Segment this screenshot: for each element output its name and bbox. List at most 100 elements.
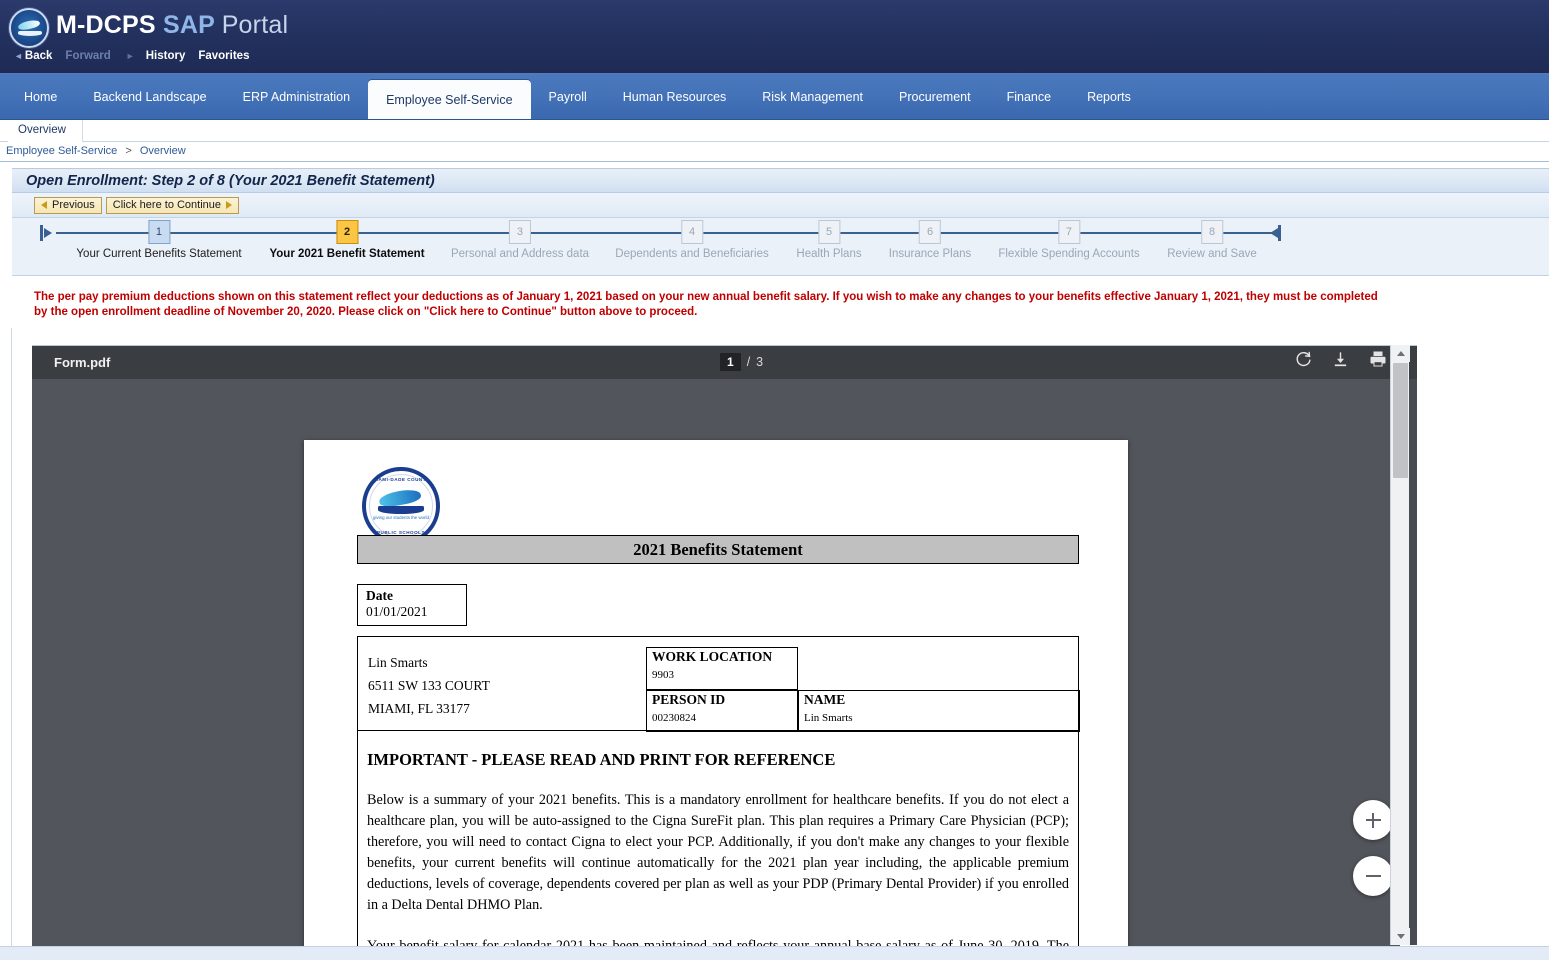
page-content: Open Enrollment: Step 2 of 8 (Your 2021 … bbox=[0, 168, 1549, 960]
zoom-out-icon[interactable] bbox=[1353, 856, 1393, 896]
employee-street: 6511 SW 133 COURT bbox=[368, 678, 490, 693]
print-icon[interactable] bbox=[1369, 350, 1387, 368]
work-location-label: WORK LOCATION bbox=[652, 649, 773, 664]
mdcps-seal-icon bbox=[9, 8, 49, 48]
roadmap-step-5[interactable]: 5 Health Plans bbox=[796, 220, 862, 260]
pdf-toolbar-actions bbox=[1295, 350, 1387, 368]
left-gutter bbox=[0, 328, 12, 960]
tab-backend-landscape[interactable]: Backend Landscape bbox=[75, 74, 224, 119]
person-id-cell: PERSON ID 00230824 bbox=[646, 690, 798, 732]
statement-paragraph-1: Below is a summary of your 2021 benefits… bbox=[367, 792, 1069, 913]
pdf-page-separator: / bbox=[746, 355, 751, 369]
tab-human-resources[interactable]: Human Resources bbox=[605, 74, 745, 119]
rotate-clockwise-icon[interactable] bbox=[1295, 351, 1312, 368]
roadmap-start-icon bbox=[40, 225, 54, 241]
employee-fields-grid: WORK LOCATION 9903 PERSON ID 00230824 NA… bbox=[646, 637, 1080, 732]
enrollment-notice-message: The per pay premium deductions shown on … bbox=[34, 291, 1378, 318]
roadmap-step-1-label: Your Current Benefits Statement bbox=[76, 248, 242, 260]
date-value: 01/01/2021 bbox=[366, 604, 428, 619]
main-navigation-tabs: Home Backend Landscape ERP Administratio… bbox=[0, 74, 1549, 120]
portal-title: M-DCPS SAP Portal bbox=[56, 11, 288, 40]
page-title: Open Enrollment: Step 2 of 8 (Your 2021 … bbox=[26, 172, 435, 189]
roadmap-step-6[interactable]: 6 Insurance Plans bbox=[889, 220, 971, 260]
breadcrumb-separator: > bbox=[125, 145, 132, 157]
nav-favorites[interactable]: Favorites bbox=[198, 50, 249, 62]
page-toolbar: Previous Click here to Continue bbox=[12, 193, 1549, 218]
pdf-page-indicator[interactable]: 1 / 3 bbox=[720, 353, 763, 371]
step-roadmap: 1 Your Current Benefits Statement 2 Your… bbox=[12, 218, 1549, 276]
roadmap-step-7-label: Flexible Spending Accounts bbox=[998, 248, 1140, 260]
continue-button[interactable]: Click here to Continue bbox=[105, 196, 240, 214]
breadcrumb-employee-self-service[interactable]: Employee Self-Service bbox=[6, 145, 117, 157]
tab-reports[interactable]: Reports bbox=[1069, 74, 1149, 119]
roadmap-step-2-label: Your 2021 Benefit Statement bbox=[269, 248, 425, 260]
arrow-left-icon: ◄ bbox=[14, 51, 23, 61]
scroll-up-icon[interactable] bbox=[1391, 345, 1410, 362]
continue-button-label: Click here to Continue bbox=[112, 199, 222, 211]
portal-title-part1: M-DCPS bbox=[56, 11, 156, 39]
tab-employee-self-service[interactable]: Employee Self-Service bbox=[368, 80, 531, 119]
nav-forward: Forward bbox=[65, 50, 111, 62]
portal-title-part2: SAP bbox=[162, 11, 215, 39]
roadmap-step-2[interactable]: 2 Your 2021 Benefit Statement bbox=[269, 220, 425, 260]
employee-name: Lin Smarts bbox=[368, 655, 428, 670]
zoom-in-icon[interactable] bbox=[1353, 800, 1393, 840]
tab-procurement[interactable]: Procurement bbox=[881, 74, 989, 119]
roadmap-step-8[interactable]: 8 Review and Save bbox=[1167, 220, 1257, 260]
person-id-value: 00230824 bbox=[652, 712, 696, 724]
nav-back[interactable]: Back bbox=[25, 50, 53, 62]
scrollbar-thumb[interactable] bbox=[1393, 363, 1408, 478]
pdf-current-page-input[interactable]: 1 bbox=[720, 353, 741, 371]
nav-history[interactable]: History bbox=[146, 50, 186, 62]
work-location-value: 9903 bbox=[652, 669, 674, 681]
tab-finance[interactable]: Finance bbox=[989, 74, 1069, 119]
subtab-overview[interactable]: Overview bbox=[8, 120, 83, 142]
scroll-down-icon[interactable] bbox=[1391, 928, 1410, 945]
mdcps-seal-icon: MIAMI-DADE COUNTY giving our students th… bbox=[362, 467, 440, 545]
roadmap-step-3-number: 3 bbox=[508, 220, 531, 244]
breadcrumb-overview[interactable]: Overview bbox=[140, 145, 186, 157]
statement-paragraph-2: Your benefit salary for calendar 2021 ha… bbox=[367, 938, 1069, 946]
roadmap-step-5-label: Health Plans bbox=[796, 248, 862, 260]
roadmap-step-7[interactable]: 7 Flexible Spending Accounts bbox=[998, 220, 1140, 260]
portal-title-part3: Portal bbox=[221, 11, 289, 39]
name-value: Lin Smarts bbox=[804, 712, 853, 724]
seal-top-text: MIAMI-DADE COUNTY bbox=[372, 477, 430, 482]
tab-home[interactable]: Home bbox=[6, 74, 75, 119]
statement-heading: IMPORTANT - PLEASE READ AND PRINT FOR RE… bbox=[367, 750, 836, 769]
roadmap-step-6-label: Insurance Plans bbox=[888, 248, 972, 260]
work-location-cell: WORK LOCATION 9903 bbox=[646, 647, 798, 690]
seal-tagline: giving our students the world bbox=[373, 515, 429, 520]
roadmap-step-5-number: 5 bbox=[818, 220, 840, 244]
roadmap-step-3[interactable]: 3 Personal and Address data bbox=[451, 220, 589, 260]
roadmap-end-icon bbox=[1270, 225, 1284, 241]
triangle-right-icon bbox=[226, 201, 233, 209]
portal-header: M-DCPS SAP Portal ◄ Back Forward ► History Fa… bbox=[0, 0, 1549, 74]
roadmap-step-4-label: Dependents and Beneficiaries bbox=[615, 248, 769, 260]
name-label: NAME bbox=[804, 692, 846, 707]
roadmap-step-4[interactable]: 4 Dependents and Beneficiaries bbox=[615, 220, 769, 260]
roadmap-step-8-label: Review and Save bbox=[1167, 248, 1257, 260]
tab-payroll[interactable]: Payroll bbox=[531, 74, 605, 119]
page-title-bar: Open Enrollment: Step 2 of 8 (Your 2021 … bbox=[12, 168, 1549, 193]
pdf-canvas[interactable]: MIAMI-DADE COUNTY giving our students th… bbox=[32, 379, 1400, 946]
pdf-viewer: Form.pdf 1 / 3 MIAMI-DADE COUNTY giving … bbox=[32, 345, 1417, 946]
name-cell: NAME Lin Smarts bbox=[798, 690, 1080, 732]
roadmap-step-3-label: Personal and Address data bbox=[450, 248, 590, 260]
pdf-total-pages: 3 bbox=[756, 355, 764, 369]
breadcrumb: Employee Self-Service > Overview bbox=[0, 142, 1549, 162]
sub-navigation-row: Overview bbox=[0, 120, 1549, 142]
triangle-left-icon bbox=[41, 201, 47, 209]
tab-risk-management[interactable]: Risk Management bbox=[744, 74, 881, 119]
pdf-vertical-scrollbar[interactable] bbox=[1390, 345, 1410, 945]
download-icon[interactable] bbox=[1332, 351, 1349, 368]
roadmap-step-1-number: 1 bbox=[147, 220, 170, 244]
bottom-strip bbox=[0, 946, 1549, 960]
tab-erp-administration[interactable]: ERP Administration bbox=[225, 74, 368, 119]
previous-button[interactable]: Previous bbox=[34, 196, 102, 214]
employee-address: Lin Smarts 6511 SW 133 COURT MIAMI, FL 3… bbox=[368, 651, 490, 720]
roadmap-step-1[interactable]: 1 Your Current Benefits Statement bbox=[76, 220, 242, 260]
pdf-page-1: MIAMI-DADE COUNTY giving our students th… bbox=[304, 440, 1128, 946]
pdf-toolbar: Form.pdf 1 / 3 bbox=[32, 346, 1417, 379]
employee-info-box: Lin Smarts 6511 SW 133 COURT MIAMI, FL 3… bbox=[357, 636, 1080, 732]
